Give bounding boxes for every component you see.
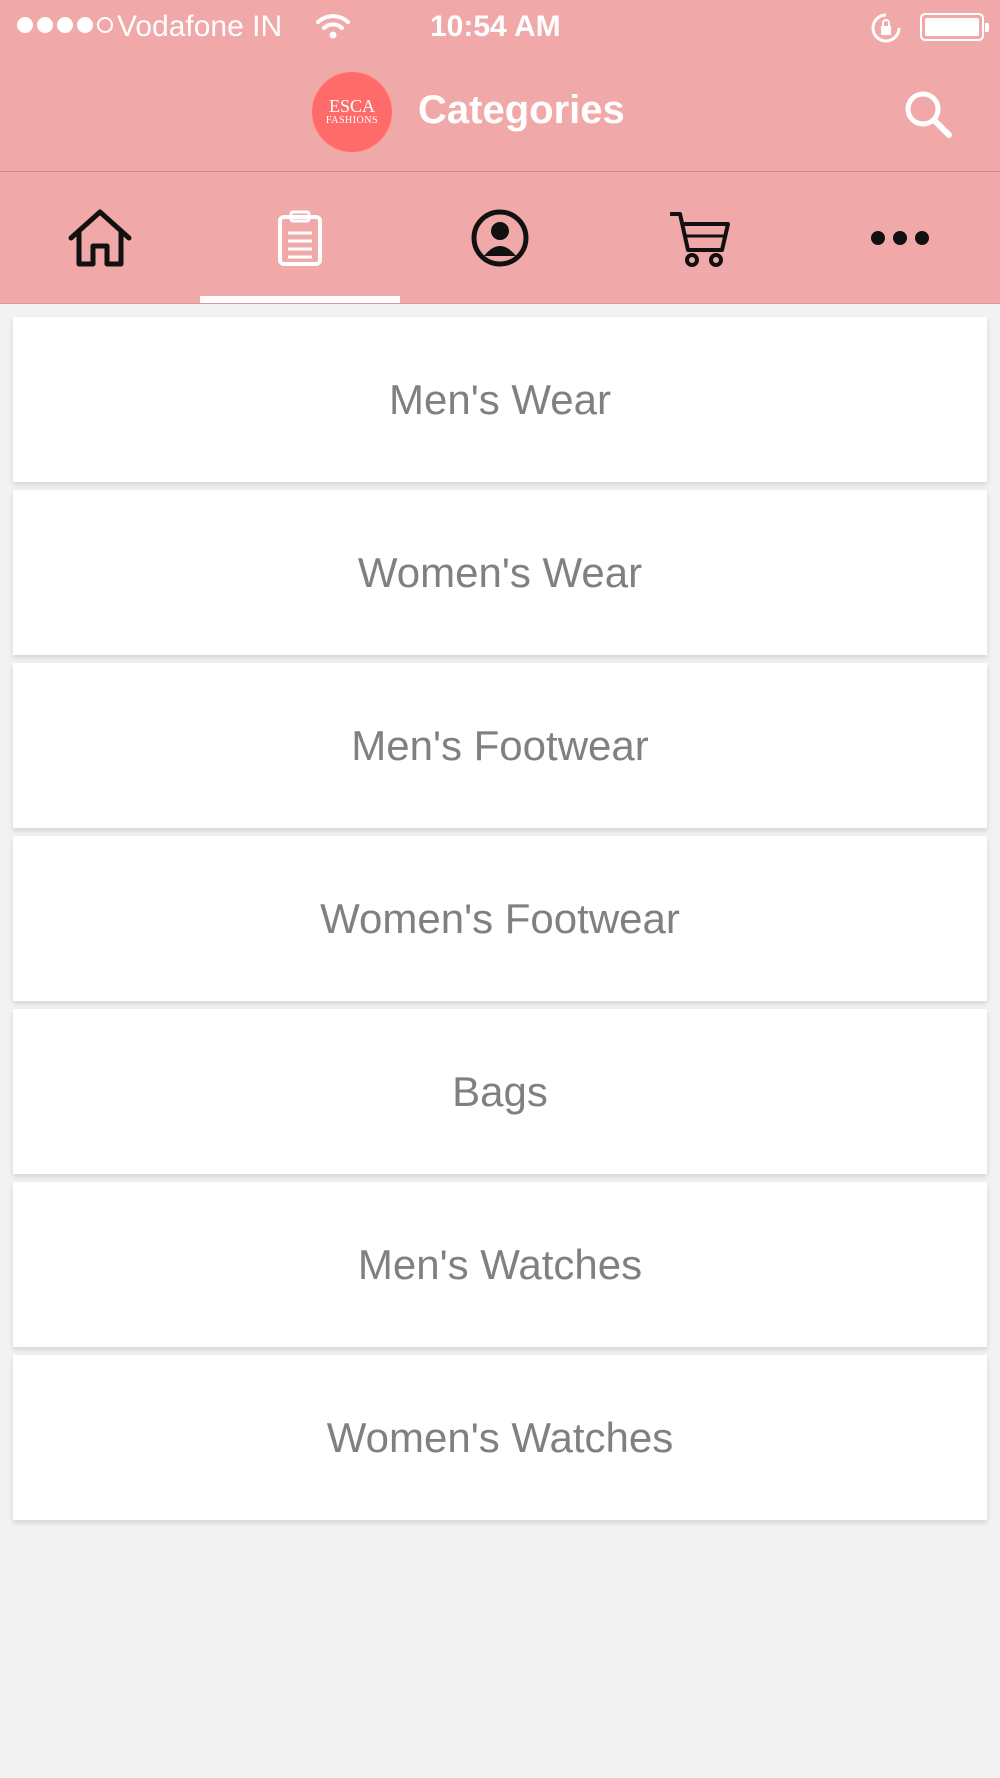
- category-list: Men's Wear Women's Wear Men's Footwear W…: [13, 317, 987, 1528]
- tab-categories[interactable]: [200, 172, 400, 304]
- category-item-mens-watches[interactable]: Men's Watches: [13, 1182, 987, 1347]
- carrier-name: Vodafone IN: [117, 10, 283, 43]
- brand-logo: ESCA FASHIONS: [312, 72, 392, 152]
- category-item-mens-footwear[interactable]: Men's Footwear: [13, 663, 987, 828]
- battery-icon: [920, 13, 989, 41]
- signal-strength-icon: [17, 17, 113, 33]
- app-header: ESCA FASHIONS Categories: [0, 56, 1000, 171]
- page-title: Categories: [418, 88, 625, 132]
- category-item-bags[interactable]: Bags: [13, 1009, 987, 1174]
- tab-home[interactable]: [0, 172, 200, 304]
- rotation-lock-icon: [870, 12, 902, 52]
- clipboard-icon: [278, 210, 322, 266]
- status-time: 10:54 AM: [430, 10, 561, 43]
- cart-icon: [670, 212, 730, 267]
- status-bar: Vodafone IN 10:54 AM: [0, 0, 1000, 56]
- search-icon: [905, 91, 952, 138]
- tab-bar: [0, 171, 1000, 304]
- wifi-icon: [316, 12, 350, 48]
- more-icon: [871, 231, 929, 245]
- category-item-womens-wear[interactable]: Women's Wear: [13, 490, 987, 655]
- category-item-womens-footwear[interactable]: Women's Footwear: [13, 836, 987, 1001]
- category-item-womens-watches[interactable]: Women's Watches: [13, 1355, 987, 1520]
- tab-more[interactable]: [800, 172, 1000, 304]
- tab-cart[interactable]: [600, 172, 800, 304]
- tab-profile[interactable]: [400, 172, 600, 304]
- search-button[interactable]: [898, 84, 958, 144]
- home-icon: [68, 209, 132, 267]
- profile-icon: [471, 209, 529, 267]
- category-item-mens-wear[interactable]: Men's Wear: [13, 317, 987, 482]
